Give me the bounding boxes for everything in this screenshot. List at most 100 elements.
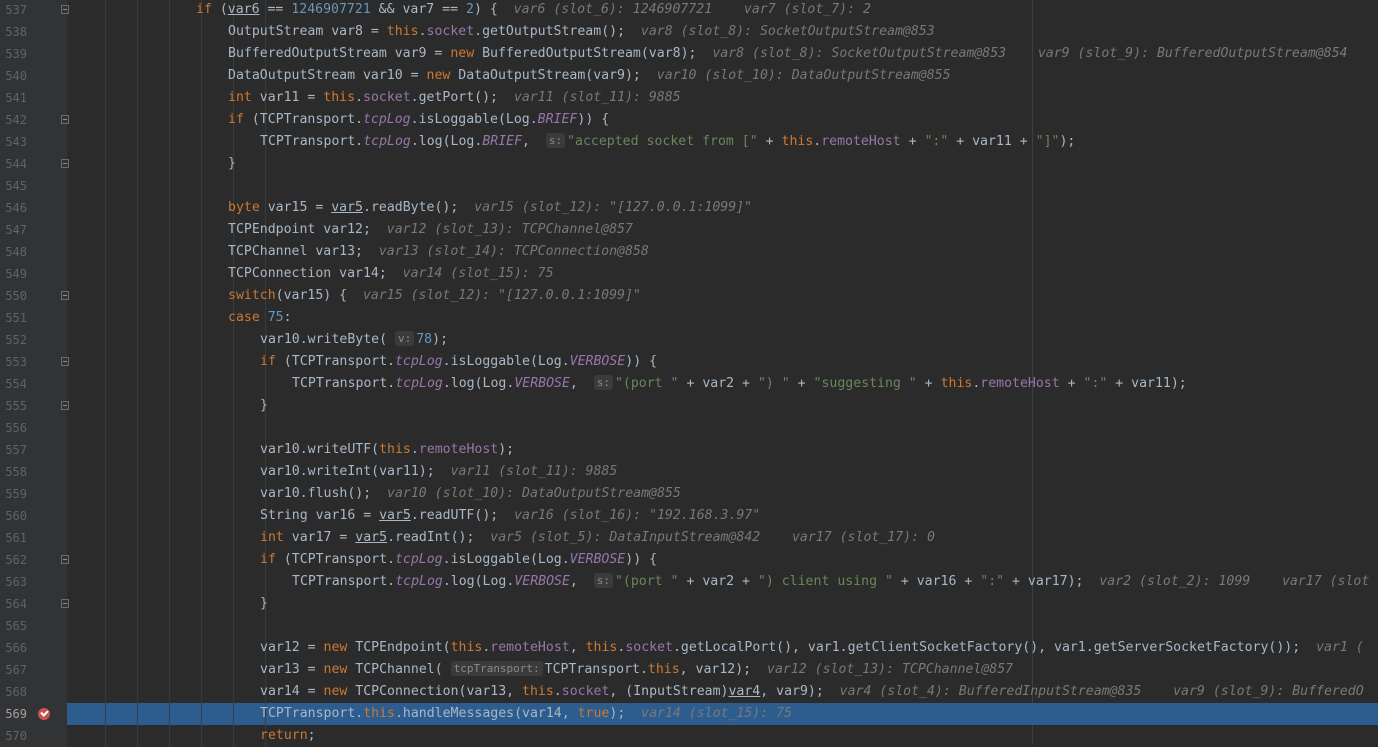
- code-area[interactable]: var12 = new TCPEndpoint(this.remoteHost,…: [67, 637, 1378, 659]
- line-gutter[interactable]: 541: [0, 87, 67, 109]
- breakpoint-icon[interactable]: [38, 708, 50, 720]
- code-area[interactable]: DataOutputStream var10 = new DataOutputS…: [67, 65, 1378, 87]
- line-gutter[interactable]: 555: [0, 395, 67, 417]
- line-gutter[interactable]: 550: [0, 285, 67, 307]
- code-editor[interactable]: 537 if (var6 == 1246907721 && var7 == 2) …: [0, 0, 1378, 747]
- code-area[interactable]: return;: [67, 725, 1378, 747]
- line-gutter[interactable]: 562: [0, 549, 67, 571]
- code-line[interactable]: 569 TCPTransport.this.handleMessages(var1…: [0, 703, 1378, 725]
- code-area[interactable]: TCPChannel var13; var13 (slot_14): TCPCo…: [67, 241, 1378, 263]
- line-gutter[interactable]: 565: [0, 615, 67, 637]
- code-line[interactable]: 564}: [0, 593, 1378, 615]
- code-line[interactable]: 545: [0, 175, 1378, 197]
- code-line[interactable]: 542 if (TCPTransport.tcpLog.isLoggable(Lo…: [0, 109, 1378, 131]
- line-gutter[interactable]: 547: [0, 219, 67, 241]
- code-line[interactable]: 565: [0, 615, 1378, 637]
- code-area[interactable]: if (var6 == 1246907721 && var7 == 2) { v…: [67, 0, 1378, 21]
- code-area[interactable]: int var11 = this.socket.getPort(); var11…: [67, 87, 1378, 109]
- code-line[interactable]: 567 var13 = new TCPChannel( tcpTransport:…: [0, 659, 1378, 681]
- code-area[interactable]: [67, 417, 1378, 439]
- line-gutter[interactable]: 567: [0, 659, 67, 681]
- line-gutter[interactable]: 566: [0, 637, 67, 659]
- line-gutter[interactable]: 552: [0, 329, 67, 351]
- code-area[interactable]: String var16 = var5.readUTF(); var16 (sl…: [67, 505, 1378, 527]
- line-gutter[interactable]: 560: [0, 505, 67, 527]
- code-line[interactable]: 555}: [0, 395, 1378, 417]
- line-gutter[interactable]: 537: [0, 0, 67, 21]
- code-area[interactable]: TCPTransport.tcpLog.log(Log.BRIEF, s: "ac…: [67, 131, 1378, 153]
- code-line[interactable]: 550 switch(var15) { var15 (slot_12): "[12…: [0, 285, 1378, 307]
- code-line[interactable]: 562 if (TCPTransport.tcpLog.isLoggable(Lo…: [0, 549, 1378, 571]
- line-gutter[interactable]: 549: [0, 263, 67, 285]
- line-gutter[interactable]: 548: [0, 241, 67, 263]
- line-gutter[interactable]: 551: [0, 307, 67, 329]
- code-area[interactable]: }: [67, 153, 1378, 175]
- code-line[interactable]: 556: [0, 417, 1378, 439]
- line-gutter[interactable]: 540: [0, 65, 67, 87]
- line-gutter[interactable]: 568: [0, 681, 67, 703]
- code-area[interactable]: if (TCPTransport.tcpLog.isLoggable(Log.V…: [67, 351, 1378, 373]
- code-area[interactable]: var14 = new TCPConnection(var13, this.so…: [67, 681, 1378, 703]
- code-line[interactable]: 548 TCPChannel var13; var13 (slot_14): TC…: [0, 241, 1378, 263]
- code-line[interactable]: 557 var10.writeUTF(this.remoteHost);: [0, 439, 1378, 461]
- code-line[interactable]: 566 var12 = new TCPEndpoint(this.remoteHo…: [0, 637, 1378, 659]
- line-gutter[interactable]: 570: [0, 725, 67, 747]
- code-line[interactable]: 554 TCPTransport.tcpLog.log(Log.VERBOSE, …: [0, 373, 1378, 395]
- code-line[interactable]: 561 int var17 = var5.readInt(); var5 (slo…: [0, 527, 1378, 549]
- line-gutter[interactable]: 557: [0, 439, 67, 461]
- code-area[interactable]: }: [67, 395, 1378, 417]
- line-gutter[interactable]: 563: [0, 571, 67, 593]
- code-area[interactable]: byte var15 = var5.readByte(); var15 (slo…: [67, 197, 1378, 219]
- code-area[interactable]: [67, 615, 1378, 637]
- code-area[interactable]: BufferedOutputStream var9 = new Buffered…: [67, 43, 1378, 65]
- code-area[interactable]: }: [67, 593, 1378, 615]
- line-gutter[interactable]: 556: [0, 417, 67, 439]
- code-area[interactable]: TCPTransport.tcpLog.log(Log.VERBOSE, s: "…: [67, 373, 1378, 395]
- line-gutter[interactable]: 564: [0, 593, 67, 615]
- line-gutter[interactable]: 544: [0, 153, 67, 175]
- code-line[interactable]: 560 String var16 = var5.readUTF(); var16 …: [0, 505, 1378, 527]
- code-area[interactable]: TCPTransport.this.handleMessages(var14, …: [67, 703, 1378, 725]
- code-line[interactable]: 549 TCPConnection var14; var14 (slot_15):…: [0, 263, 1378, 285]
- code-area[interactable]: case 75:: [67, 307, 1378, 329]
- line-gutter[interactable]: 561: [0, 527, 67, 549]
- code-area[interactable]: if (TCPTransport.tcpLog.isLoggable(Log.V…: [67, 549, 1378, 571]
- code-line[interactable]: 547 TCPEndpoint var12; var12 (slot_13): T…: [0, 219, 1378, 241]
- code-area[interactable]: int var17 = var5.readInt(); var5 (slot_5…: [67, 527, 1378, 549]
- code-area[interactable]: OutputStream var8 = this.socket.getOutpu…: [67, 21, 1378, 43]
- code-line[interactable]: 570 return;: [0, 725, 1378, 747]
- code-area[interactable]: TCPTransport.tcpLog.log(Log.VERBOSE, s: "…: [67, 571, 1378, 593]
- line-gutter[interactable]: 558: [0, 461, 67, 483]
- code-line[interactable]: 538 OutputStream var8 = this.socket.getOu…: [0, 21, 1378, 43]
- line-gutter[interactable]: 554: [0, 373, 67, 395]
- code-line[interactable]: 546 byte var15 = var5.readByte(); var15 (…: [0, 197, 1378, 219]
- code-area[interactable]: TCPConnection var14; var14 (slot_15): 75: [67, 263, 1378, 285]
- code-line[interactable]: 540 DataOutputStream var10 = new DataOutp…: [0, 65, 1378, 87]
- line-gutter[interactable]: 546: [0, 197, 67, 219]
- code-line[interactable]: 553 if (TCPTransport.tcpLog.isLoggable(Lo…: [0, 351, 1378, 373]
- line-gutter[interactable]: 543: [0, 131, 67, 153]
- line-gutter[interactable]: 542: [0, 109, 67, 131]
- line-gutter[interactable]: 539: [0, 43, 67, 65]
- code-line[interactable]: 558 var10.writeInt(var11); var11 (slot_11…: [0, 461, 1378, 483]
- code-area[interactable]: var10.flush(); var10 (slot_10): DataOutp…: [67, 483, 1378, 505]
- code-line[interactable]: 541 int var11 = this.socket.getPort(); va…: [0, 87, 1378, 109]
- code-area[interactable]: var10.writeInt(var11); var11 (slot_11): …: [67, 461, 1378, 483]
- code-line[interactable]: 552 var10.writeByte( v: 78);: [0, 329, 1378, 351]
- line-gutter[interactable]: 559: [0, 483, 67, 505]
- line-gutter[interactable]: 545: [0, 175, 67, 197]
- code-area[interactable]: var13 = new TCPChannel( tcpTransport: TCP…: [67, 659, 1378, 681]
- code-line[interactable]: 568 var14 = new TCPConnection(var13, this…: [0, 681, 1378, 703]
- code-line[interactable]: 559 var10.flush(); var10 (slot_10): DataO…: [0, 483, 1378, 505]
- line-gutter[interactable]: 569: [0, 703, 67, 725]
- code-area[interactable]: var10.writeByte( v: 78);: [67, 329, 1378, 351]
- code-area[interactable]: var10.writeUTF(this.remoteHost);: [67, 439, 1378, 461]
- code-line[interactable]: 544}: [0, 153, 1378, 175]
- code-line[interactable]: 539 BufferedOutputStream var9 = new Buffe…: [0, 43, 1378, 65]
- line-gutter[interactable]: 553: [0, 351, 67, 373]
- code-line[interactable]: 551 case 75:: [0, 307, 1378, 329]
- code-line[interactable]: 563 TCPTransport.tcpLog.log(Log.VERBOSE, …: [0, 571, 1378, 593]
- code-area[interactable]: switch(var15) { var15 (slot_12): "[127.0…: [67, 285, 1378, 307]
- code-area[interactable]: if (TCPTransport.tcpLog.isLoggable(Log.B…: [67, 109, 1378, 131]
- code-line[interactable]: 543 TCPTransport.tcpLog.log(Log.BRIEF, s:…: [0, 131, 1378, 153]
